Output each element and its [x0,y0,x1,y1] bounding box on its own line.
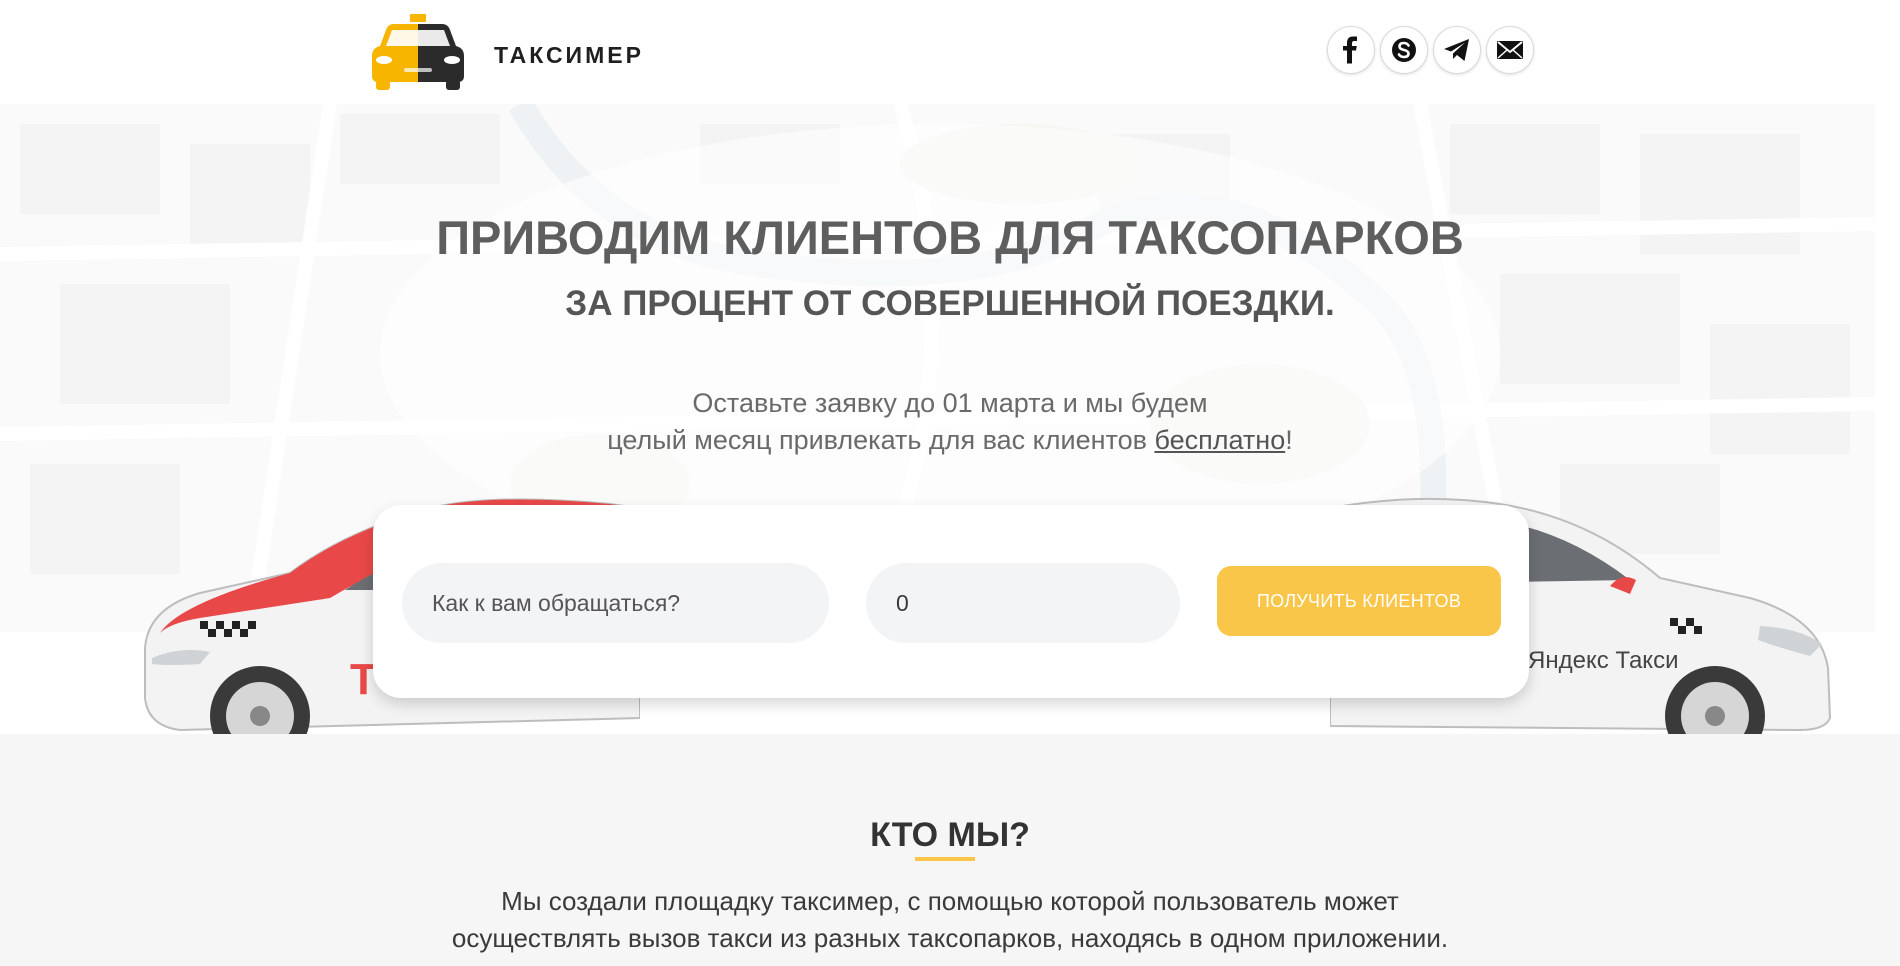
about-line-2: осуществлять вызов такси из разных таксо… [451,923,1449,953]
offer-line-2-suffix: ! [1285,425,1293,455]
hero-title: ПРИВОДИМ КЛИЕНТОВ ДЛЯ ТАКСОПАРКОВ [436,211,1464,264]
about-text: Мы создали площадку таксимер, с помощью … [0,883,1900,957]
lead-form-card: ПОЛУЧИТЬ КЛИЕНТОВ [373,505,1529,698]
about-line-1: Мы создали площадку таксимер, с помощью … [501,886,1399,916]
hero-subtitle: ЗА ПРОЦЕНТ ОТ СОВЕРШЕННОЙ ПОЕЗДКИ. [565,284,1335,323]
about-title: КТО МЫ? [870,816,1030,854]
logo-link[interactable]: ТАКСИМЕР [370,12,660,90]
get-clients-button[interactable]: ПОЛУЧИТЬ КЛИЕНТОВ [1217,566,1501,636]
facebook-button[interactable] [1327,26,1375,74]
taxi-car-icon [372,14,464,90]
email-button[interactable] [1486,26,1534,74]
phone-input[interactable] [866,563,1180,643]
free-link[interactable]: бесплатно [1154,425,1285,455]
right-car-brand: Яндекс Такси [1528,647,1678,674]
logo-text: ТАКСИМЕР [494,42,644,68]
hero-section: ПРИВОДИМ КЛИЕНТОВ ДЛЯ ТАКСОПАРКОВ ЗА ПРО… [0,104,1900,734]
offer-line-1: Оставьте заявку до 01 марта и мы будем [692,388,1208,418]
telegram-icon [1444,39,1469,61]
skype-button[interactable] [1380,26,1428,74]
skype-icon [1392,38,1416,62]
about-section: КТО МЫ? Мы создали площадку таксимер, с … [0,734,1900,966]
name-input[interactable] [402,563,829,643]
hero-offer-text: Оставьте заявку до 01 марта и мы будем ц… [0,385,1900,459]
facebook-icon [1343,36,1357,64]
title-underline [915,857,975,861]
telegram-button[interactable] [1433,26,1481,74]
social-links [1327,26,1537,78]
mail-icon [1497,41,1523,59]
site-header: ТАКСИМЕР [0,0,1900,104]
offer-line-2: целый месяц привлекать для вас клиентов [607,425,1155,455]
